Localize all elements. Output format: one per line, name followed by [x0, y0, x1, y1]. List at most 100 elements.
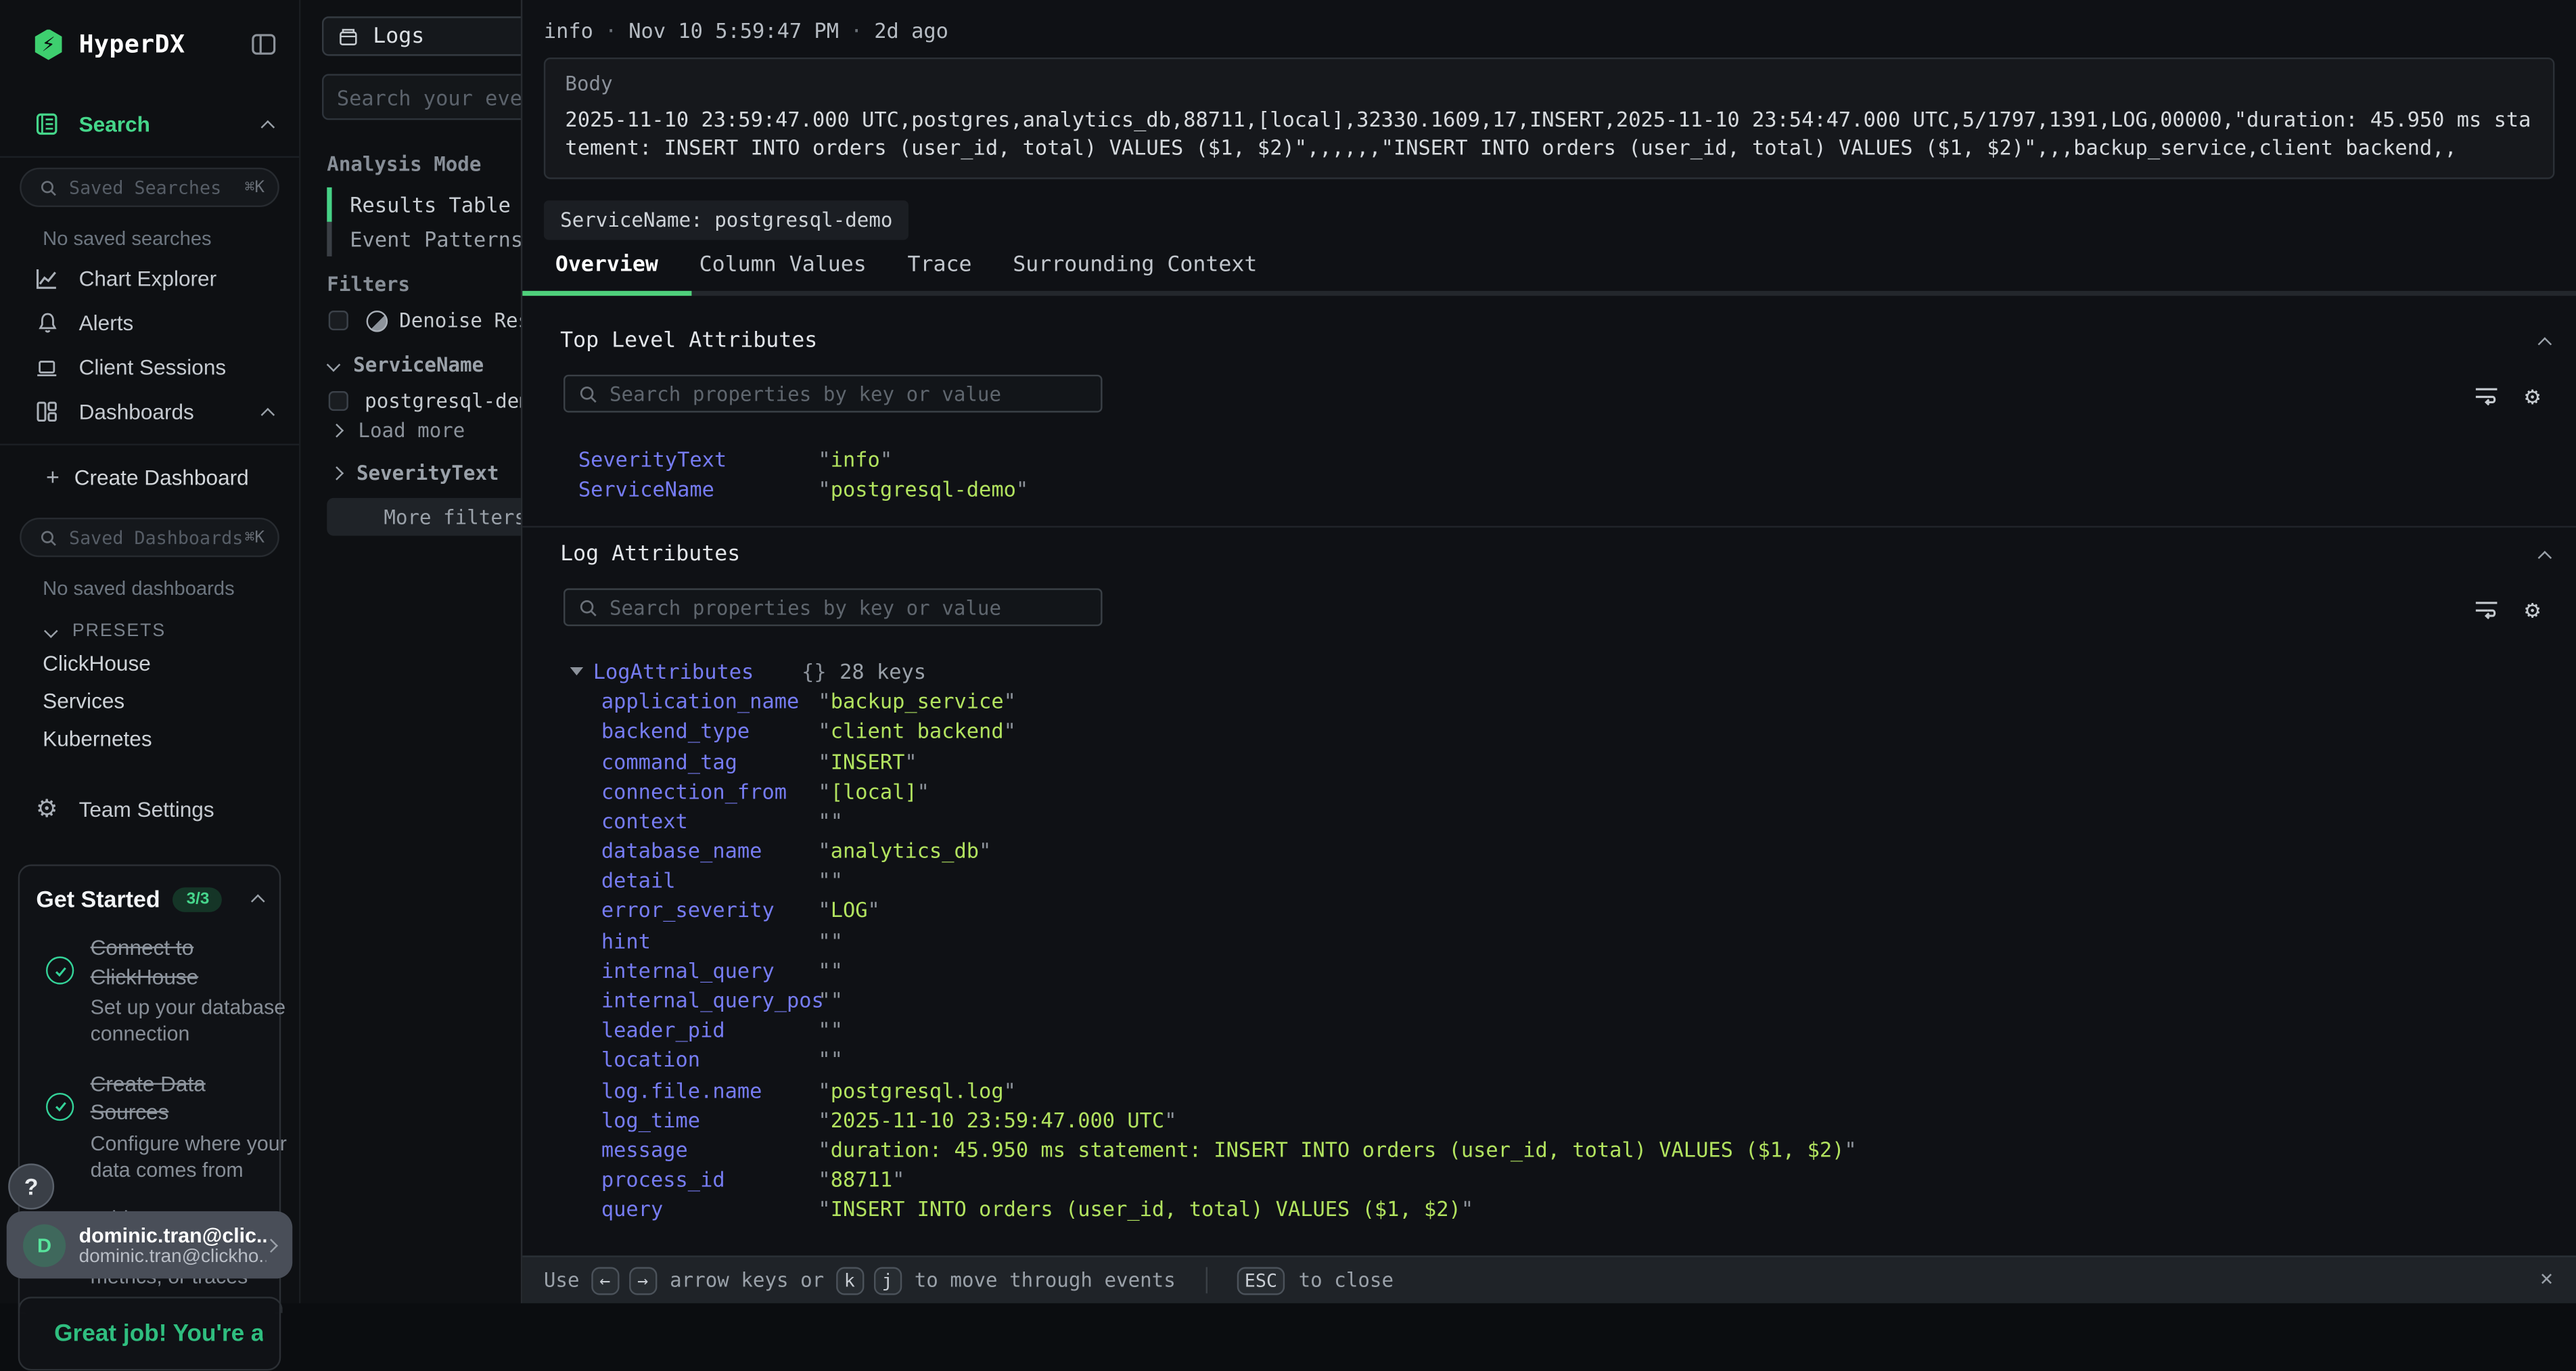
denoise-icon: [367, 310, 388, 332]
detail-tabs: Overview Column Values Trace Surrounding…: [555, 248, 2576, 291]
divider: [0, 444, 299, 445]
logs-source-icon: [337, 26, 360, 47]
attribute-row[interactable]: hint "": [522, 925, 2576, 955]
get-started-item-title: Create Data Sources: [91, 1069, 285, 1127]
mode-event-patterns[interactable]: Event Patterns: [327, 222, 523, 256]
attribute-row[interactable]: backend_type "client backend": [522, 716, 2576, 746]
attribute-key: SeverityText: [578, 447, 819, 471]
attribute-row[interactable]: application_name "backup_service": [522, 686, 2576, 716]
attribute-row[interactable]: internal_query "": [522, 956, 2576, 985]
arrow-left-key: ←: [591, 1266, 619, 1294]
sidebar-item-dashboards[interactable]: Dashboards: [0, 390, 299, 434]
attribute-row[interactable]: leader_pid "": [522, 1015, 2576, 1045]
congrats-text: Great job! You're all: [54, 1322, 262, 1348]
close-icon[interactable]: ✕: [2540, 1267, 2553, 1291]
presets-toggle[interactable]: PRESETS: [0, 606, 299, 644]
check-circle-icon: [46, 956, 74, 984]
event-timestamp: Nov 10 5:59:47 PM: [628, 18, 839, 43]
chevron-up-icon[interactable]: [2538, 551, 2552, 565]
denoise-checkbox[interactable]: [329, 311, 348, 330]
key-count: 28 keys: [840, 659, 926, 683]
event-header: info · Nov 10 5:59:47 PM · 2d ago: [522, 0, 2576, 43]
wrap-text-icon[interactable]: [2474, 600, 2498, 622]
get-started-item-title: Connect to ClickHouse: [91, 933, 285, 991]
chevron-up-icon[interactable]: [251, 895, 265, 909]
attribute-row[interactable]: log.file.name "postgresql.log": [522, 1075, 2576, 1104]
preset-item[interactable]: ClickHouse: [0, 644, 299, 682]
check-circle-icon: [46, 1092, 74, 1120]
sidebar: ⚡ HyperDX Search Saved Searches ⌘K No sa…: [0, 0, 300, 1303]
top-attributes-search-input[interactable]: Search properties by key or value: [564, 375, 1103, 413]
attribute-row[interactable]: message "duration: 45.950 ms statement: …: [522, 1135, 2576, 1165]
servicename-option-label: postgresql-demo: [365, 390, 543, 413]
servicename-group-label: ServiceName: [353, 353, 484, 376]
chevron-right-icon: [330, 424, 344, 438]
attribute-key: error_severity: [601, 898, 819, 922]
attribute-value: INSERT: [831, 748, 905, 773]
tab-column-values[interactable]: Column Values: [699, 253, 867, 291]
attribute-row[interactable]: connection_from "[local]": [522, 776, 2576, 806]
log-attributes-table: application_name "backup_service" backen…: [522, 686, 2576, 1224]
logattributes-name: LogAttributes: [593, 659, 802, 683]
severitytext-group-toggle[interactable]: SeverityText: [332, 462, 499, 485]
servicename-option[interactable]: postgresql-demo: [329, 390, 543, 413]
sidebar-item-alerts[interactable]: Alerts: [0, 300, 299, 345]
sidebar-item-search[interactable]: Search: [0, 102, 299, 147]
settings-gear-icon[interactable]: ⚙: [2525, 599, 2540, 623]
brand-row: ⚡ HyperDX: [0, 0, 299, 89]
shortcut-badge: ⌘K: [245, 529, 264, 547]
tab-trace[interactable]: Trace: [907, 253, 971, 291]
search-placeholder: Search properties by key or value: [610, 382, 1001, 405]
analysis-mode-label: Analysis Mode: [327, 153, 481, 176]
saved-searches-input[interactable]: Saved Searches ⌘K: [20, 168, 279, 207]
attribute-row[interactable]: internal_query_pos "": [522, 985, 2576, 1015]
triangle-down-icon: [570, 667, 583, 675]
mode-results-table[interactable]: Results Table: [327, 187, 523, 222]
sidebar-item-label: Search: [79, 112, 263, 136]
chevron-up-icon: [261, 119, 275, 133]
attribute-row[interactable]: log_time "2025-11-10 23:59:47.000 UTC": [522, 1104, 2576, 1134]
attribute-row[interactable]: error_severity "LOG": [522, 895, 2576, 925]
user-menu[interactable]: D dominic.tran@clic... dominic.tran@clic…: [7, 1211, 293, 1279]
attribute-value: [local]: [831, 778, 917, 803]
tab-overview[interactable]: Overview: [555, 253, 658, 291]
preset-item[interactable]: Services: [0, 682, 299, 720]
servicename-checkbox[interactable]: [329, 391, 348, 411]
settings-gear-icon[interactable]: ⚙: [2525, 384, 2540, 409]
attribute-row[interactable]: location "": [522, 1045, 2576, 1075]
preset-item[interactable]: Kubernetes: [0, 720, 299, 758]
sidebar-item-chart-explorer[interactable]: Chart Explorer: [0, 256, 299, 301]
arrow-right-key: →: [628, 1266, 656, 1294]
attribute-row[interactable]: ServiceName "postgresql-demo": [522, 474, 2576, 503]
section-title: Top Level Attributes: [560, 329, 2539, 353]
servicename-group-toggle[interactable]: ServiceName: [329, 353, 484, 376]
attribute-key: location: [601, 1048, 819, 1072]
body-text: 2025-11-10 23:59:47.000 UTC,postgres,ana…: [565, 105, 2533, 161]
sidebar-item-client-sessions[interactable]: Client Sessions: [0, 345, 299, 390]
help-button[interactable]: ?: [8, 1163, 54, 1209]
attribute-row[interactable]: detail "": [522, 866, 2576, 895]
attribute-row[interactable]: context "": [522, 806, 2576, 836]
logattributes-root-row[interactable]: LogAttributes {} 28 keys: [522, 656, 2576, 686]
saved-dashboards-input[interactable]: Saved Dashboards ⌘K: [20, 518, 279, 557]
load-more[interactable]: Load more: [332, 419, 465, 442]
tab-surrounding-context[interactable]: Surrounding Context: [1013, 253, 1257, 291]
plus-icon: +: [46, 464, 60, 490]
body-card: Body 2025-11-10 23:59:47.000 UTC,postgre…: [544, 58, 2555, 179]
source-select-value: Logs: [373, 24, 424, 48]
presets-list: ClickHouseServicesKubernetes: [0, 644, 299, 758]
gear-icon: ⚙: [33, 797, 61, 822]
attribute-row[interactable]: command_tag "INSERT": [522, 746, 2576, 776]
sidebar-item-team-settings[interactable]: ⚙ Team Settings: [0, 787, 299, 832]
wrap-text-icon[interactable]: [2474, 386, 2498, 408]
sidebar-collapse-icon[interactable]: [252, 33, 276, 56]
attribute-row[interactable]: SeverityText "info": [522, 444, 2576, 474]
attribute-row[interactable]: process_id "88711": [522, 1165, 2576, 1194]
service-tag[interactable]: ServiceName: postgresql-demo: [544, 200, 909, 240]
attribute-row[interactable]: database_name "analytics_db": [522, 836, 2576, 866]
create-dashboard-button[interactable]: + Create Dashboard: [0, 455, 299, 498]
log-attributes-search-input[interactable]: Search properties by key or value: [564, 589, 1103, 627]
attribute-row[interactable]: query "INSERT INTO orders (user_id, tota…: [522, 1194, 2576, 1224]
sidebar-item-label: Client Sessions: [79, 355, 273, 380]
chevron-up-icon[interactable]: [2538, 336, 2552, 351]
